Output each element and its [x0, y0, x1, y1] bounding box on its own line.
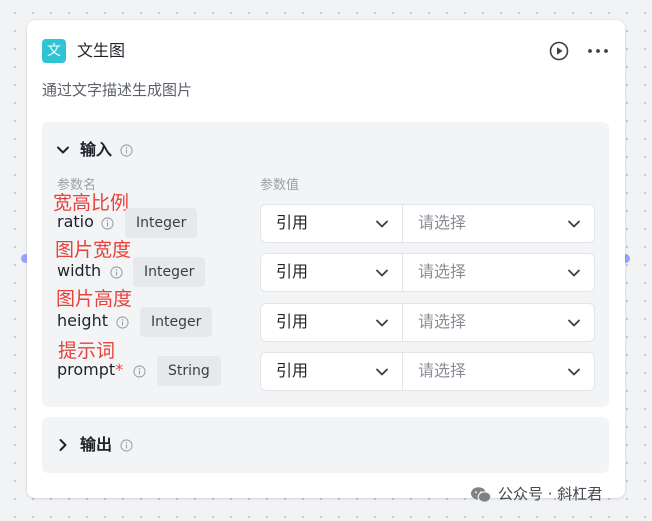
outputs-section: 输出 [42, 417, 609, 473]
chevron-down-icon [568, 269, 580, 277]
node-description: 通过文字描述生成图片 [42, 81, 193, 99]
source-select-value: 引用 [276, 312, 309, 331]
chevron-down-icon [568, 319, 580, 327]
text-to-image-node[interactable]: 文 文生图 通过文字描述生成图片 输入 参数名 参数值 宽高比例 ratio I… [27, 20, 625, 498]
chevron-down-icon [376, 319, 388, 327]
watermark-text: 公众号 · 斜杠君 [498, 485, 603, 503]
param-row-width: width Integer 引用 请选择 [42, 253, 609, 292]
type-badge: String [157, 356, 221, 386]
param-name: ratio [57, 212, 94, 231]
param-name: height [57, 311, 108, 330]
chevron-down-icon [57, 146, 69, 154]
param-name: prompt* [57, 360, 124, 379]
chevron-down-icon [376, 368, 388, 376]
value-select[interactable]: 请选择 [403, 353, 594, 390]
param-value-selector: 引用 请选择 [260, 303, 595, 342]
type-badge: Integer [140, 307, 213, 337]
wechat-icon [471, 487, 492, 503]
run-button[interactable] [548, 40, 570, 62]
param-value-selector: 引用 请选择 [260, 352, 595, 391]
type-badge: Integer [125, 208, 198, 238]
value-select[interactable]: 请选择 [403, 304, 594, 341]
outputs-title: 输出 [80, 435, 113, 454]
type-badge: Integer [133, 257, 206, 287]
source-select[interactable]: 引用 [261, 205, 403, 242]
inputs-section-toggle[interactable]: 输入 [55, 139, 165, 161]
chevron-down-icon [568, 368, 580, 376]
value-select[interactable]: 请选择 [403, 205, 594, 242]
info-icon[interactable] [110, 266, 123, 279]
info-icon[interactable] [101, 217, 114, 230]
source-select-value: 引用 [276, 213, 309, 232]
source-select[interactable]: 引用 [261, 353, 403, 390]
info-icon[interactable] [116, 316, 129, 329]
value-select-placeholder: 请选择 [418, 312, 467, 331]
more-horizontal-icon [588, 49, 608, 53]
node-header: 文 文生图 [42, 38, 610, 64]
node-title: 文生图 [77, 41, 126, 60]
param-row-height: height Integer 引用 请选择 [42, 303, 609, 342]
info-icon[interactable] [133, 365, 146, 378]
chevron-down-icon [376, 269, 388, 277]
source-select-value: 引用 [276, 262, 309, 281]
source-select[interactable]: 引用 [261, 254, 403, 291]
value-select-placeholder: 请选择 [418, 262, 467, 281]
info-icon[interactable] [120, 439, 133, 452]
source-select-value: 引用 [276, 361, 309, 380]
chevron-down-icon [568, 220, 580, 228]
node-type-icon: 文 [42, 39, 66, 63]
param-value-selector: 引用 请选择 [260, 253, 595, 292]
more-button[interactable] [586, 40, 610, 62]
param-value-selector: 引用 请选择 [260, 204, 595, 243]
play-circle-icon [549, 41, 569, 61]
value-select-placeholder: 请选择 [418, 361, 467, 380]
param-name: width [57, 261, 102, 280]
param-row-ratio: ratio Integer 引用 请选择 [42, 204, 609, 243]
chevron-down-icon [376, 220, 388, 228]
value-select[interactable]: 请选择 [403, 254, 594, 291]
param-row-prompt: prompt* String 引用 请选择 [42, 352, 609, 391]
param-name-column-header: 参数名 [57, 178, 97, 193]
outputs-section-toggle[interactable]: 输出 [55, 434, 165, 456]
info-icon[interactable] [120, 144, 133, 157]
param-value-column-header: 参数值 [260, 178, 300, 193]
chevron-right-icon [59, 439, 67, 451]
source-select[interactable]: 引用 [261, 304, 403, 341]
inputs-title: 输入 [80, 140, 113, 159]
value-select-placeholder: 请选择 [418, 213, 467, 232]
